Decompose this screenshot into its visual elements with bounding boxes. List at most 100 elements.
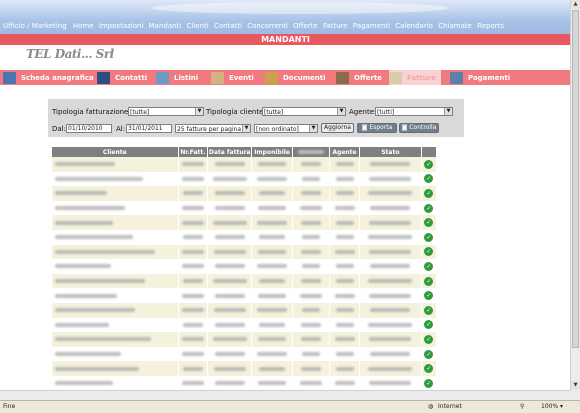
nav-link-pagamenti[interactable]: Pagamenti — [353, 22, 390, 30]
table-cell — [292, 200, 330, 216]
blurred-text — [368, 366, 413, 371]
table-cell — [52, 273, 179, 289]
check-circle-icon[interactable]: ✓ — [424, 320, 434, 330]
tab-listini[interactable]: Listini — [156, 70, 206, 85]
vertical-scrollbar[interactable]: ▲ ▼ — [570, 0, 580, 400]
controlla-button[interactable]: ◙ Controlla — [399, 123, 439, 133]
table-row[interactable]: ✓ — [52, 375, 437, 391]
blurred-text — [55, 176, 143, 181]
table-cell — [52, 215, 179, 230]
blurred-text — [300, 162, 321, 167]
nav-link-reports[interactable]: Reports — [477, 22, 504, 30]
tab-documenti[interactable]: Documenti — [265, 70, 333, 85]
nav-link-chiamate[interactable]: Chiamate — [438, 22, 472, 30]
table-row[interactable]: ✓ — [52, 229, 437, 245]
check-circle-icon[interactable]: ✓ — [424, 334, 434, 344]
nav-link-offerte[interactable]: Offerte — [293, 22, 318, 30]
col-header-cliente[interactable]: Cliente — [52, 147, 179, 157]
check-circle-icon[interactable]: ✓ — [424, 203, 434, 213]
table-row[interactable]: ✓ — [52, 200, 437, 216]
check-circle-icon[interactable]: ✓ — [424, 261, 434, 271]
blurred-text — [55, 206, 125, 211]
check-circle-icon[interactable]: ✓ — [424, 305, 434, 315]
check-circle-icon[interactable]: ✓ — [424, 218, 434, 228]
table-cell: ✓ — [421, 361, 437, 376]
table-row[interactable]: ✓ — [52, 244, 437, 260]
tab-eventi[interactable]: Eventi — [211, 70, 261, 85]
nav-link-home[interactable]: Home — [73, 22, 94, 30]
table-row[interactable]: ✓ — [52, 332, 437, 347]
scroll-up-icon[interactable]: ▲ — [571, 0, 580, 9]
scrollbar-thumb[interactable] — [572, 10, 579, 348]
check-circle-icon[interactable]: ✓ — [424, 364, 434, 374]
al-date-input[interactable]: 31/01/2011 — [126, 124, 172, 133]
check-circle-icon[interactable]: ✓ — [424, 159, 434, 169]
check-circle-icon[interactable]: ✓ — [424, 276, 434, 286]
tab-pagamenti[interactable]: Pagamenti — [450, 70, 520, 85]
agente-select[interactable]: [tutti] ▼ — [375, 107, 453, 116]
table-cell — [207, 200, 253, 216]
scroll-down-icon[interactable]: ▼ — [571, 381, 580, 390]
nav-link-mandanti[interactable]: Mandanti — [149, 22, 182, 30]
table-row[interactable]: ✓ — [52, 361, 437, 376]
check-circle-icon[interactable]: ✓ — [424, 378, 434, 388]
col-header-imponibile[interactable]: Imponibile — [251, 147, 293, 157]
table-row[interactable]: ✓ — [52, 186, 437, 201]
table-row[interactable]: ✓ — [52, 273, 437, 289]
table-row[interactable]: ✓ — [52, 215, 437, 230]
blurred-text — [301, 235, 320, 240]
table-row[interactable]: ✓ — [52, 302, 437, 318]
table-row[interactable]: ✓ — [52, 157, 437, 172]
table-row[interactable]: ✓ — [52, 317, 437, 333]
table-row[interactable]: ✓ — [52, 259, 437, 274]
brand-link[interactable]: Ufficio / Marketing — [3, 22, 67, 30]
table-cell — [329, 186, 361, 201]
table-cell — [359, 229, 422, 245]
chevron-down-icon: ▼ — [242, 125, 250, 132]
nav-link-clienti[interactable]: Clienti — [186, 22, 208, 30]
tipologia-cliente-select[interactable]: [tutte] ▼ — [262, 107, 346, 116]
table-cell — [52, 186, 179, 201]
table-row[interactable]: ✓ — [52, 171, 437, 187]
check-circle-icon[interactable]: ✓ — [424, 247, 434, 257]
check-circle-icon[interactable]: ✓ — [424, 291, 434, 301]
check-circle-icon[interactable]: ✓ — [424, 232, 434, 242]
col-header-blurred[interactable] — [292, 147, 330, 157]
col-header-agente[interactable]: Agente — [329, 147, 361, 157]
chevron-down-icon[interactable]: ▾ — [560, 401, 563, 413]
nav-link-concorrenti[interactable]: Concorrenti — [247, 22, 288, 30]
table-cell — [329, 346, 361, 362]
zoom-text[interactable]: 100% — [541, 401, 558, 413]
nav-link-contatti[interactable]: Contatti — [214, 22, 242, 30]
table-cell — [251, 157, 293, 172]
col-header-nr-fatt[interactable]: Nr.Fatt. — [178, 147, 209, 157]
table-cell — [251, 273, 293, 289]
tab-contatti[interactable]: Contatti — [97, 70, 152, 85]
nav-link-fatture[interactable]: Fatture — [323, 22, 348, 30]
nav-link-calendario[interactable]: Calendario — [395, 22, 433, 30]
horizontal-scrollbar[interactable] — [0, 390, 571, 400]
check-circle-icon[interactable]: ✓ — [424, 349, 434, 359]
table-row[interactable]: ✓ — [52, 346, 437, 362]
table-row[interactable]: ✓ — [52, 288, 437, 303]
tab-offerte[interactable]: Offerte — [336, 70, 388, 85]
table-cell — [207, 375, 253, 391]
col-header-data-fattura[interactable]: Data fattura — [207, 147, 253, 157]
esporta-button[interactable]: ◙ Esporta — [357, 123, 397, 133]
nav-link-impostazioni[interactable]: Impostazioni — [99, 22, 144, 30]
check-circle-icon[interactable]: ✓ — [424, 174, 434, 184]
table-cell: ✓ — [421, 288, 437, 303]
zoom-icon[interactable]: ⚲ — [520, 401, 524, 413]
per-page-select[interactable]: 25 fatture per pagina ▼ — [175, 124, 251, 133]
dal-date-input[interactable]: 01/10/2010 — [66, 124, 112, 133]
tab-fatture[interactable]: Fatture — [389, 70, 441, 85]
blurred-text — [212, 176, 247, 181]
aggiorna-button[interactable]: Aggiorna — [321, 123, 354, 133]
check-circle-icon[interactable]: ✓ — [424, 188, 434, 198]
tipologia-fatturazione-select[interactable]: [tutte] ▼ — [128, 107, 204, 116]
order-select[interactable]: [non ordinato] ▼ — [254, 124, 318, 133]
tab-scheda-anagrafica[interactable]: Scheda anagrafica — [3, 70, 95, 85]
col-header-stato[interactable]: Stato — [359, 147, 422, 157]
table-cell — [178, 171, 209, 187]
blurred-text — [55, 220, 113, 225]
